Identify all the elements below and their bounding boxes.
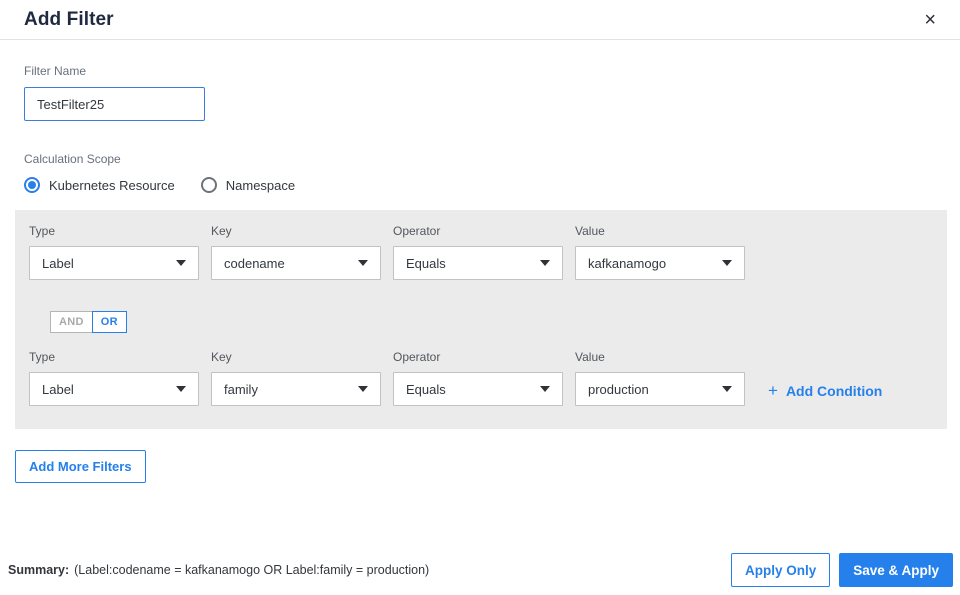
condition-1-type-dropdown[interactable]: Label [29, 246, 199, 280]
condition-1-key-value: codename [224, 255, 285, 271]
add-condition-label: Add Condition [785, 383, 883, 399]
add-more-filters-button[interactable]: Add More Filters [15, 450, 146, 483]
condition-row-2: Type Label Key family Operator Equals Va… [29, 350, 947, 406]
plus-icon: + [768, 381, 778, 400]
filter-name-label: Filter Name [24, 64, 87, 78]
type-label: Type [29, 350, 56, 364]
condition-2-type-field: Type Label [29, 350, 199, 406]
type-label: Type [29, 224, 56, 238]
key-label: Key [211, 350, 232, 364]
condition-1-operator-dropdown[interactable]: Equals [393, 246, 563, 280]
and-toggle[interactable]: AND [50, 311, 92, 333]
condition-2-key-field: Key family [211, 350, 381, 406]
filter-name-section: Filter Name [24, 64, 960, 121]
chevron-down-icon [540, 386, 550, 392]
footer-buttons: Apply Only Save & Apply [730, 553, 953, 587]
radio-selected-icon [24, 177, 40, 193]
condition-1-key-dropdown[interactable]: codename [211, 246, 381, 280]
radio-unselected-icon [200, 177, 217, 193]
summary-text: (Label:codename = kafkanamogo OR Label:f… [74, 563, 430, 577]
dialog-header: Add Filter × [0, 0, 960, 40]
condition-1-operator-value: Equals [406, 255, 446, 271]
condition-2-operator-value: Equals [406, 381, 446, 397]
calculation-scope-options: Kubernetes Resource Namespace [24, 177, 960, 193]
chevron-down-icon [176, 260, 186, 266]
or-toggle[interactable]: OR [91, 311, 127, 333]
operator-label: Operator [393, 224, 441, 238]
condition-1-type-value: Label [42, 255, 74, 271]
conditions-panel: Type Label Key codename Operator Equals … [15, 210, 947, 429]
condition-2-key-value: family [224, 381, 258, 397]
logic-operator-toggle: AND OR [50, 311, 127, 333]
value-label: Value [575, 350, 605, 364]
chevron-down-icon [358, 386, 368, 392]
condition-2-type-value: Label [42, 381, 74, 397]
add-filter-dialog: { "header": { "title": "Add Filter", "cl… [0, 0, 960, 595]
calculation-scope-label: Calculation Scope [24, 152, 121, 166]
radio-kubernetes-resource-label: Kubernetes Resource [49, 177, 175, 193]
radio-namespace[interactable]: Namespace [200, 177, 296, 193]
chevron-down-icon [540, 260, 550, 266]
dialog-title: Add Filter [24, 8, 114, 30]
radio-namespace-label: Namespace [225, 177, 296, 193]
radio-kubernetes-resource[interactable]: Kubernetes Resource [24, 177, 175, 193]
chevron-down-icon [722, 260, 732, 266]
summary-label: Summary: [8, 563, 70, 577]
value-label: Value [575, 224, 605, 238]
condition-1-value-field: Value kafkanamogo [575, 224, 745, 280]
condition-2-operator-dropdown[interactable]: Equals [393, 372, 563, 406]
condition-1-operator-field: Operator Equals [393, 224, 563, 280]
apply-only-button[interactable]: Apply Only [730, 553, 831, 587]
condition-1-key-field: Key codename [211, 224, 381, 280]
operator-label: Operator [393, 350, 441, 364]
calculation-scope-section: Calculation Scope Kubernetes Resource Na… [24, 152, 960, 193]
condition-1-value-value: kafkanamogo [588, 255, 667, 271]
dialog-footer: Summary: (Label:codename = kafkanamogo OR… [8, 553, 953, 587]
condition-2-value-field: Value production [575, 350, 745, 406]
condition-2-operator-field: Operator Equals [393, 350, 563, 406]
close-icon[interactable]: × [920, 8, 940, 32]
chevron-down-icon [722, 386, 732, 392]
add-condition-button[interactable]: + Add Condition [768, 381, 882, 401]
condition-2-value-dropdown[interactable]: production [575, 372, 745, 406]
key-label: Key [211, 224, 232, 238]
condition-2-value-value: production [588, 381, 649, 397]
condition-1-value-dropdown[interactable]: kafkanamogo [575, 246, 745, 280]
filter-summary: Summary: (Label:codename = kafkanamogo OR… [8, 563, 429, 577]
condition-1-type-field: Type Label [29, 224, 199, 280]
condition-2-key-dropdown[interactable]: family [211, 372, 381, 406]
chevron-down-icon [358, 260, 368, 266]
condition-2-type-dropdown[interactable]: Label [29, 372, 199, 406]
condition-row-1: Type Label Key codename Operator Equals … [29, 224, 947, 280]
save-and-apply-button[interactable]: Save & Apply [839, 553, 953, 587]
chevron-down-icon [176, 386, 186, 392]
filter-name-input[interactable] [24, 87, 205, 121]
